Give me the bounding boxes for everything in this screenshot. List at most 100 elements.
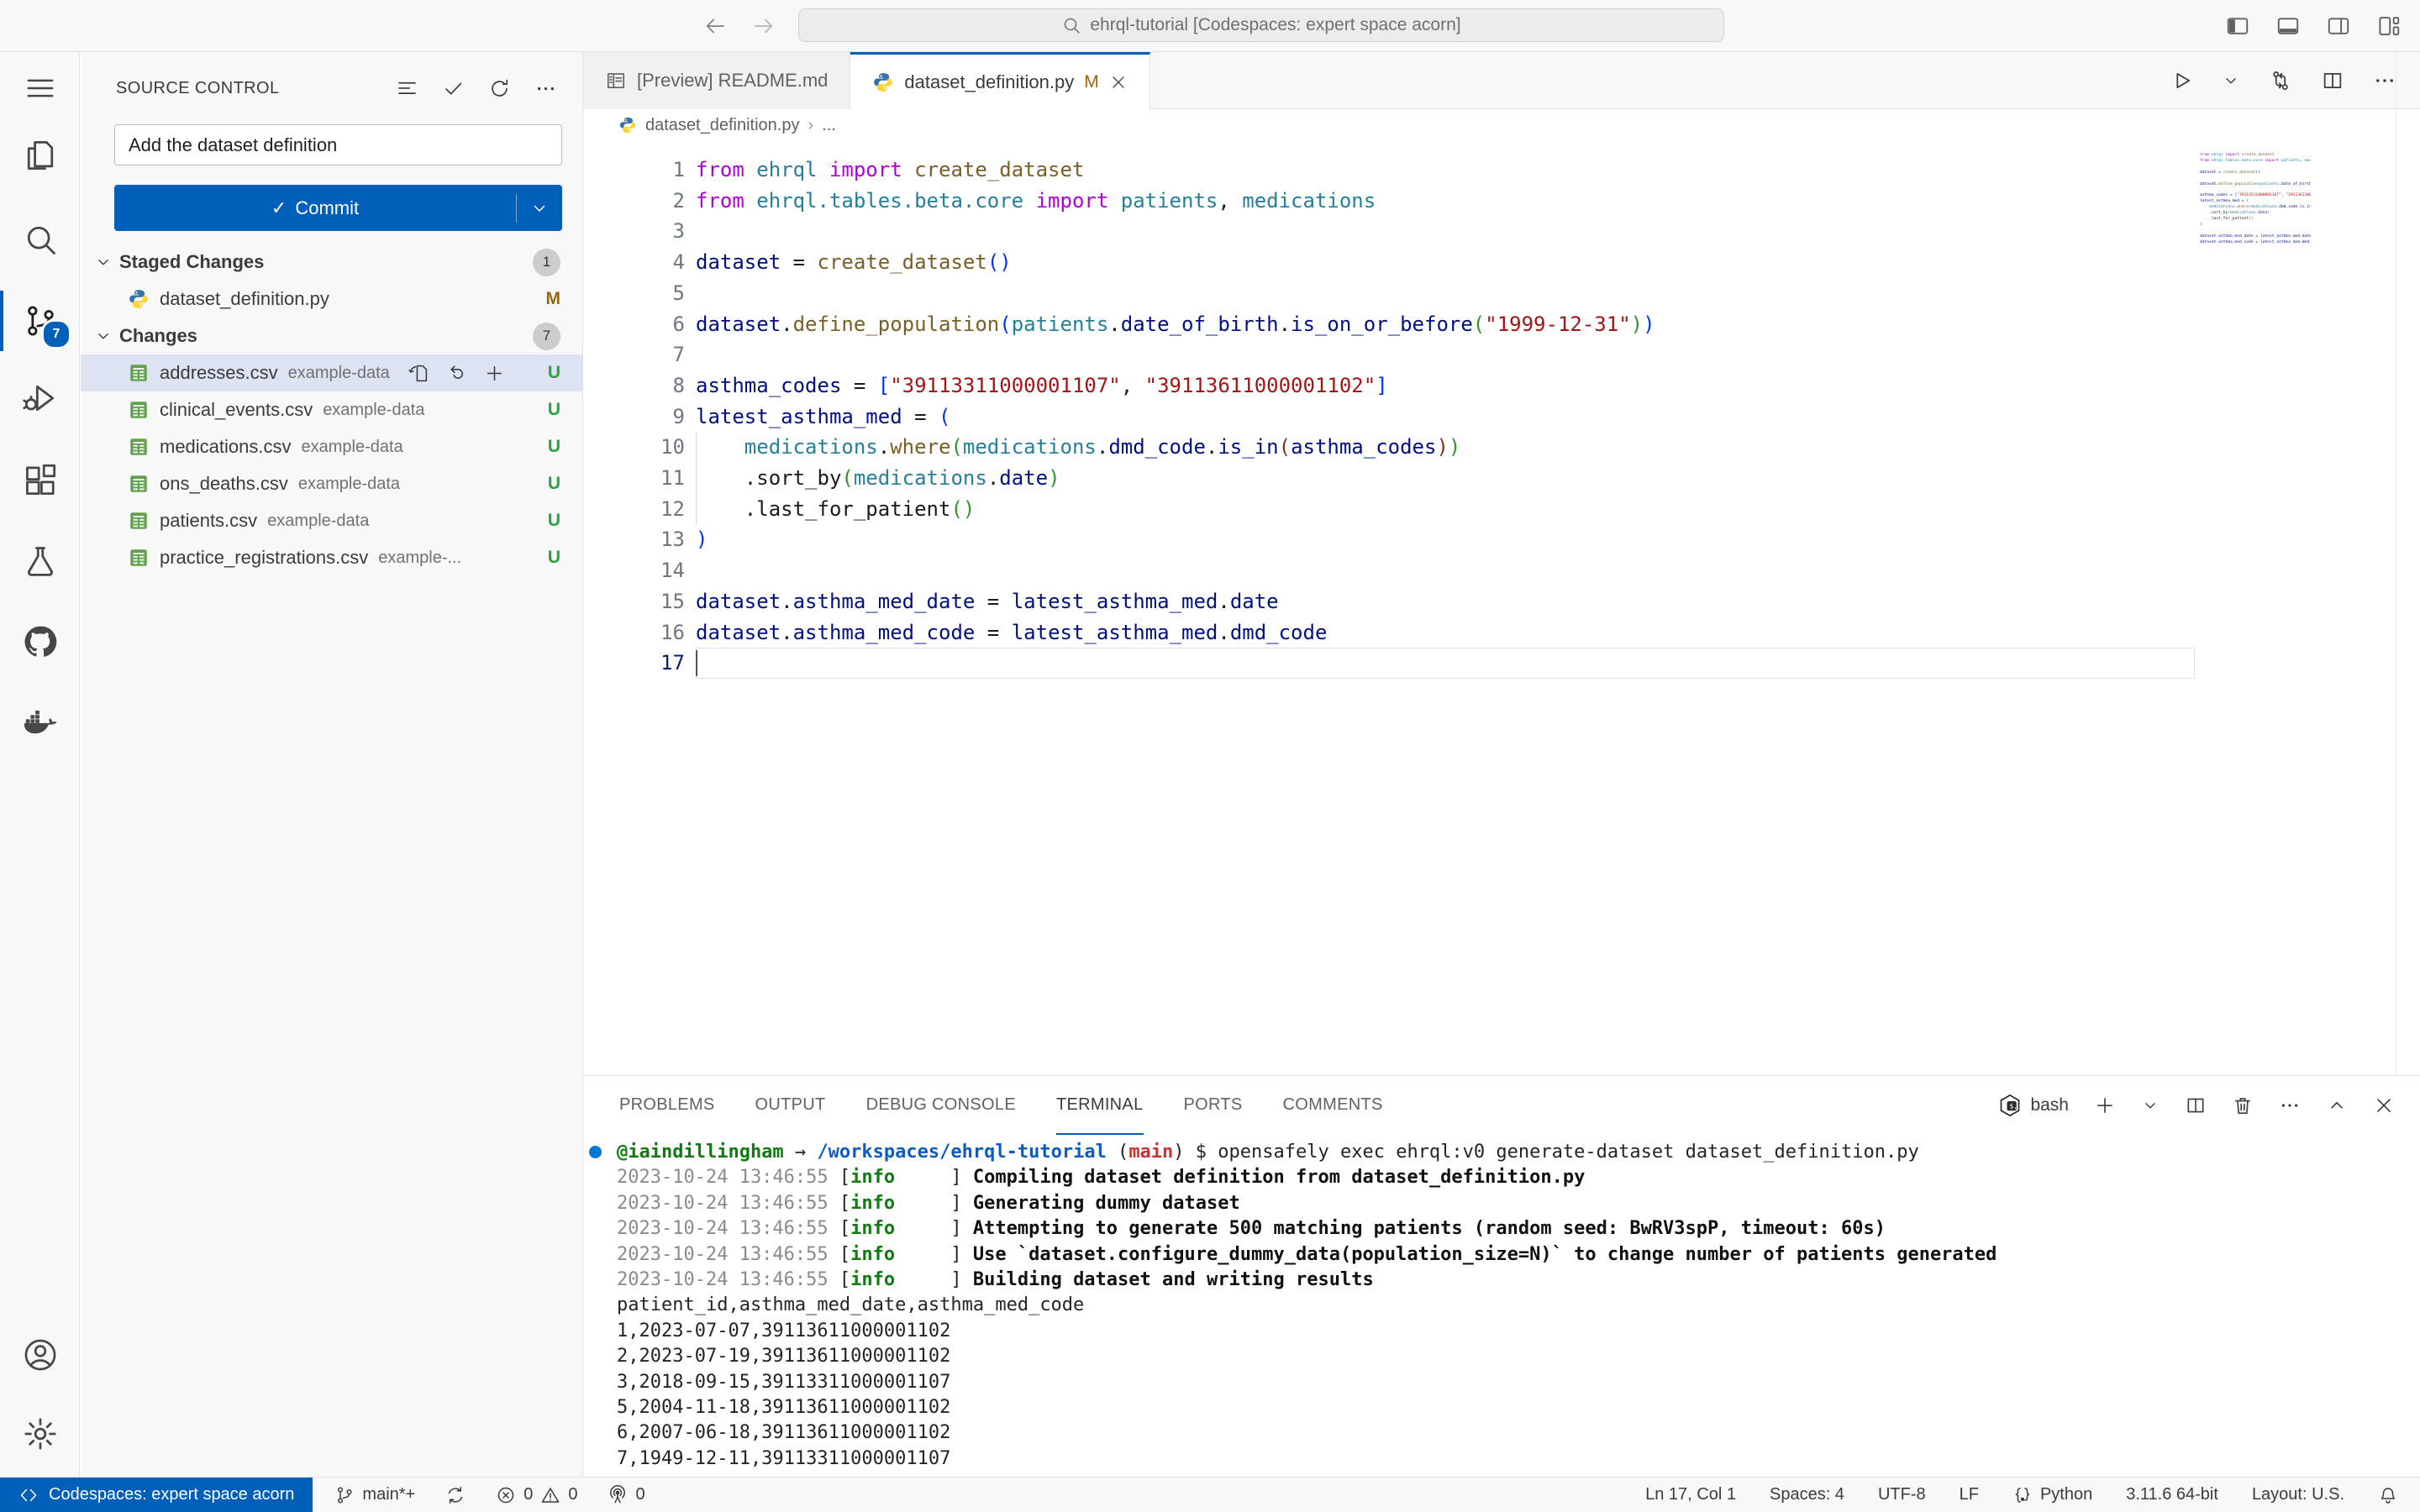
- launch-profile-dropdown-icon[interactable]: [2141, 1096, 2160, 1115]
- run-python-file-icon[interactable]: [2170, 69, 2193, 92]
- sync-status[interactable]: [445, 1485, 466, 1505]
- status-encoding[interactable]: UTF-8: [1878, 1485, 1926, 1504]
- toggle-primary-sidebar-icon[interactable]: [2225, 13, 2250, 39]
- activity-item-settings[interactable]: [0, 1410, 80, 1457]
- status-cursor-position[interactable]: Ln 17, Col 1: [1645, 1485, 1736, 1504]
- activity-item-menu[interactable]: [0, 65, 80, 112]
- commit-message-input[interactable]: [114, 124, 562, 165]
- more-actions-icon[interactable]: [2373, 69, 2396, 92]
- editor-tab-dataset-definition-py[interactable]: dataset_definition.py M: [850, 52, 1150, 110]
- discard-changes-icon[interactable]: [446, 363, 467, 384]
- activity-item-github[interactable]: [0, 618, 80, 665]
- current-line-highlight: [696, 648, 2195, 679]
- ports-status[interactable]: 0: [608, 1484, 645, 1505]
- kill-terminal-icon[interactable]: [2232, 1095, 2254, 1116]
- scm-file-row[interactable]: dataset_definition.py M: [81, 281, 582, 318]
- terminal-output[interactable]: @iaindillingham → /workspaces/ehrql-tuto…: [589, 1140, 2398, 1472]
- panel-tab-ports[interactable]: PORTS: [1184, 1076, 1243, 1135]
- editor-tabs: [Preview] README.md dataset_definition.py…: [583, 52, 2420, 110]
- commit-icon[interactable]: [442, 77, 465, 100]
- command-decoration[interactable]: [589, 1146, 602, 1158]
- open-changes-icon[interactable]: [2269, 69, 2292, 92]
- terminal-line: 2023-10-24 13:46:55 [info ] Use `dataset…: [617, 1243, 1997, 1265]
- status-language-mode[interactable]: Python: [2012, 1485, 2092, 1505]
- code-line: medications.where(medications.dmd_code.i…: [744, 435, 1461, 459]
- activity-item-search[interactable]: [0, 216, 80, 263]
- close-panel-icon[interactable]: [2373, 1095, 2395, 1116]
- editor-tab--preview-readme-md[interactable]: [Preview] README.md: [583, 52, 851, 109]
- scm-file-row[interactable]: practice_registrations.csv example-... U: [81, 539, 582, 576]
- activity-item-source-control[interactable]: 7: [0, 297, 80, 349]
- activity-item-extensions[interactable]: [0, 458, 80, 505]
- panel-tab-debug-console[interactable]: DEBUG CONSOLE: [866, 1076, 1016, 1135]
- section-label: Staged Changes: [119, 251, 265, 272]
- file-name: medications.csv: [160, 436, 292, 457]
- commit-button[interactable]: ✓ Commit: [114, 185, 562, 231]
- new-terminal-icon[interactable]: [2094, 1095, 2116, 1116]
- activity-item-docker[interactable]: [0, 699, 80, 746]
- commit-dropdown-button[interactable]: [517, 198, 562, 218]
- scm-file-row[interactable]: addresses.csv example-data U: [81, 354, 582, 391]
- code-line: .last_for_patient(): [696, 496, 976, 521]
- tab-label: [Preview] README.md: [637, 70, 829, 91]
- terminal-instance[interactable]: $, bash: [1997, 1093, 2069, 1118]
- breadcrumb-file[interactable]: dataset_definition.py: [645, 116, 799, 135]
- more-actions-icon[interactable]: [534, 77, 557, 100]
- status-label: 3.11.6 64-bit: [2126, 1485, 2218, 1504]
- panel-tab-output[interactable]: OUTPUT: [755, 1076, 826, 1135]
- breadcrumb-symbol[interactable]: ...: [822, 116, 836, 135]
- open-file-icon[interactable]: [408, 363, 429, 384]
- terminal-line: 2,2023-07-19,39113611000001102: [617, 1346, 951, 1368]
- activity-item-run-and-debug[interactable]: [0, 375, 80, 422]
- scm-file-row[interactable]: patients.csv example-data U: [81, 502, 582, 539]
- file-name: practice_registrations.csv: [160, 547, 369, 568]
- terminal-line: 2023-10-24 13:46:55 [info ] Attempting t…: [617, 1218, 1886, 1240]
- scm-section-header[interactable]: Staged Changes 1: [81, 244, 582, 281]
- toggle-panel-icon[interactable]: [2275, 13, 2301, 39]
- line-number: 14: [660, 559, 685, 583]
- navigate-back-icon[interactable]: [702, 13, 728, 39]
- status-keyboard-layout[interactable]: Layout: U.S.: [2252, 1485, 2344, 1504]
- split-terminal-icon[interactable]: [2185, 1095, 2207, 1116]
- extensions-icon: [22, 463, 59, 500]
- activity-item-testing[interactable]: [0, 538, 80, 585]
- customize-layout-icon[interactable]: [2376, 13, 2402, 39]
- minimap[interactable]: from ehrql import create_dataset from ehr…: [2200, 153, 2311, 251]
- activity-item-accounts[interactable]: [0, 1331, 80, 1378]
- scm-file-row[interactable]: clinical_events.csv example-data U: [81, 391, 582, 428]
- activity-item-explorer[interactable]: [0, 132, 80, 179]
- section-collapse-icon: [94, 253, 113, 271]
- panel-tab-terminal[interactable]: TERMINAL: [1055, 1076, 1144, 1135]
- maximize-panel-icon[interactable]: [2326, 1095, 2348, 1116]
- run-dropdown-icon[interactable]: [2222, 71, 2240, 90]
- scm-file-row[interactable]: medications.csv example-data U: [81, 428, 582, 465]
- section-collapse-icon: [94, 327, 113, 345]
- problems-status[interactable]: 00: [496, 1485, 577, 1505]
- status-python-interpreter[interactable]: 3.11.6 64-bit: [2126, 1485, 2218, 1504]
- view-as-list-icon[interactable]: [396, 77, 418, 100]
- panel-tab-problems[interactable]: PROBLEMS: [619, 1076, 715, 1135]
- scm-file-row[interactable]: ons_deaths.csv example-data U: [81, 465, 582, 502]
- branch-status[interactable]: main*+: [334, 1485, 415, 1505]
- command-center[interactable]: ehrql-tutorial [Codespaces: expert space…: [798, 8, 1724, 42]
- navigate-forward-icon[interactable]: [751, 13, 776, 39]
- status-notifications[interactable]: [2378, 1485, 2398, 1505]
- code-line: dataset = create_dataset(): [696, 250, 1012, 275]
- commit-button-main[interactable]: ✓ Commit: [114, 197, 516, 219]
- sidebar-title: SOURCE CONTROL: [116, 78, 280, 97]
- panel-tab-comments[interactable]: COMMENTS: [1283, 1076, 1383, 1135]
- status-end-of-line[interactable]: LF: [1960, 1485, 1979, 1504]
- code-editor[interactable]: 1 2 3 4 5 6 7 8 9 10 11 12 13 14 15 16 17 from ehrql imp…: [583, 141, 2420, 1075]
- status-indentation[interactable]: Spaces: 4: [1770, 1485, 1844, 1504]
- file-folder: example-data: [267, 511, 370, 530]
- scm-section-header[interactable]: Changes 7: [81, 318, 582, 354]
- refresh-icon[interactable]: [488, 77, 511, 100]
- close-tab-icon[interactable]: [1109, 73, 1128, 92]
- more-actions-icon[interactable]: [2279, 1095, 2301, 1116]
- stage-changes-icon[interactable]: [484, 363, 505, 384]
- remote-indicator[interactable]: Codespaces: expert space acorn: [0, 1478, 313, 1512]
- toggle-secondary-sidebar-icon[interactable]: [2326, 13, 2351, 39]
- split-editor-icon[interactable]: [2321, 69, 2344, 92]
- git-branch-icon: [334, 1485, 355, 1505]
- breadcrumb[interactable]: dataset_definition.py › ...: [583, 109, 2420, 141]
